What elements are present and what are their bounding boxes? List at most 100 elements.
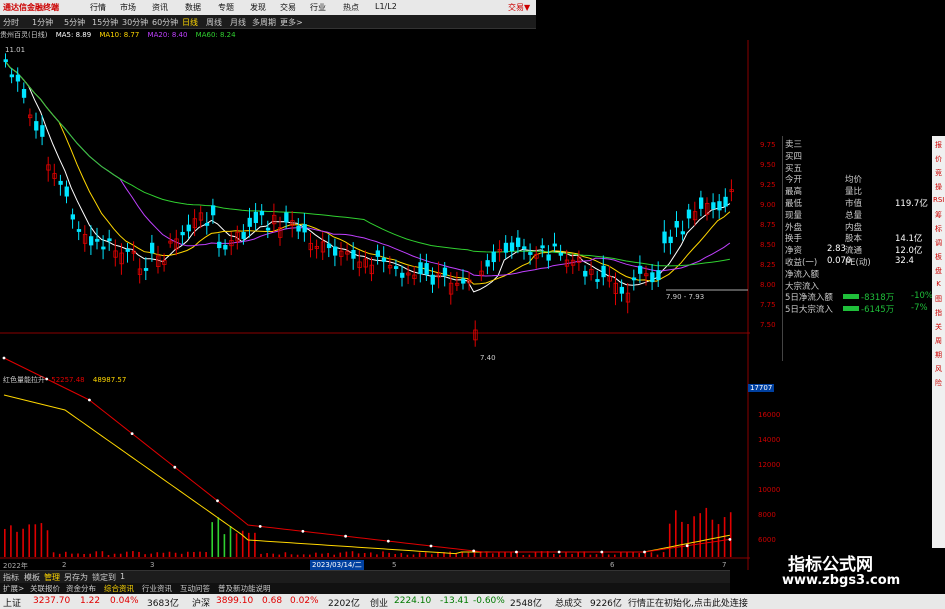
volume-bar — [235, 533, 238, 557]
volume-bar — [467, 552, 470, 557]
tab-fund-distribution[interactable]: 资金分布 — [66, 583, 96, 594]
candle-body — [381, 257, 387, 262]
period-tab-30min[interactable]: 30分钟 — [122, 17, 148, 28]
quote-label: 现量 — [785, 210, 803, 221]
volume-bar — [528, 554, 531, 557]
side-tool-button[interactable]: 操 — [933, 182, 944, 193]
status-message[interactable]: 行情正在初始化,点击此处连接 — [628, 596, 748, 609]
candle-body — [180, 231, 185, 236]
candle-body — [241, 232, 246, 239]
tab-indicator[interactable]: 指标 — [3, 572, 19, 583]
tab-general-news[interactable]: 综合资讯 — [104, 583, 134, 594]
side-tool-button[interactable]: 标 — [933, 224, 944, 235]
menu-item-trade[interactable]: 交易 — [280, 2, 296, 13]
ma10-line — [3, 59, 731, 285]
tab-industry-news[interactable]: 行业资讯 — [142, 583, 172, 594]
volume-bar — [394, 554, 396, 557]
side-tool-button[interactable]: 筹 — [933, 210, 944, 221]
volume-bar — [223, 534, 226, 557]
tab-related-quote[interactable]: 关联报价 — [30, 583, 60, 594]
tab-expand[interactable]: 扩展> — [3, 583, 24, 594]
sh-index-label: 上证 — [3, 599, 22, 609]
tab-qa[interactable]: 互动问答 — [180, 583, 210, 594]
sh-amount: 3683亿 — [147, 599, 179, 609]
tab-new-features[interactable]: 普及新功能说明 — [218, 583, 271, 594]
period-tab-timeshare[interactable]: 分时 — [3, 17, 19, 28]
tab-lock-number[interactable]: 1 — [120, 572, 125, 581]
tab-save-as[interactable]: 另存为 — [64, 572, 88, 583]
side-tool-button[interactable]: 险 — [933, 378, 944, 389]
side-tool-button[interactable]: 报 — [933, 140, 944, 151]
side-tool-button[interactable]: 板 — [933, 252, 944, 263]
side-tool-button[interactable]: 指 — [933, 308, 944, 319]
quote-label: 今开 — [785, 175, 803, 186]
trade-button[interactable]: 交易▼ — [508, 2, 530, 13]
menu-item-market[interactable]: 市场 — [120, 2, 136, 13]
quote-value2: 32.4 — [895, 256, 914, 266]
kline-chart[interactable] — [0, 40, 750, 570]
period-tab-5min[interactable]: 5分钟 — [64, 17, 85, 28]
indicator-dot — [728, 538, 732, 541]
candle-body — [558, 252, 563, 256]
tab-lock-to[interactable]: 锁定到 — [92, 572, 116, 583]
period-tab-60min[interactable]: 60分钟 — [152, 17, 178, 28]
candle-body — [711, 202, 716, 210]
period-tab-multi[interactable]: 多周期 — [252, 17, 276, 28]
menu-item-hot[interactable]: 热点 — [343, 2, 359, 13]
candle-body — [723, 196, 728, 207]
menu-item-news[interactable]: 资讯 — [152, 2, 168, 13]
side-tool-button[interactable]: K — [933, 280, 944, 291]
period-tab-15min[interactable]: 15分钟 — [92, 17, 118, 28]
volume-bar — [126, 551, 128, 557]
side-tool-button[interactable]: 周 — [933, 336, 944, 347]
candle-body — [461, 278, 466, 284]
volume-bar — [119, 553, 122, 557]
period-tab-1min[interactable]: 1分钟 — [32, 17, 53, 28]
price-axis-label: 9.50 — [760, 161, 776, 169]
candle-body — [9, 74, 15, 78]
indicator-dot — [173, 465, 177, 469]
tab-manage[interactable]: 管理 — [44, 572, 60, 583]
volume-bar — [675, 510, 677, 557]
ma60-label: MA60: 8.24 — [195, 31, 236, 39]
indicator-dot — [301, 529, 305, 533]
quote-panel: 卖三 买四 买五 今开 均价 最高 量比 最低 市值 119.7亿 现量 总量 外盘 内盘 换手 股本 14.1… — [782, 136, 933, 361]
quote-label: 外盘 — [785, 222, 803, 233]
side-tool-button[interactable]: 关 — [933, 322, 944, 333]
quote-value2: 119.7亿 — [895, 199, 928, 209]
candle-body — [143, 268, 149, 271]
volume-bar — [370, 552, 372, 557]
volume-bar — [321, 553, 323, 557]
side-tool-button[interactable]: 期 — [933, 350, 944, 361]
menu-item-topic[interactable]: 专题 — [218, 2, 234, 13]
volume-bar — [40, 523, 43, 557]
side-tool-button[interactable]: 调 — [933, 238, 944, 249]
period-tab-more[interactable]: 更多> — [280, 17, 303, 28]
menu-item-level[interactable]: L1/L2 — [375, 2, 397, 11]
quote-label2: PE(动) — [845, 258, 871, 268]
side-tool-button[interactable]: 盘 — [933, 266, 944, 277]
period-tab-monthly[interactable]: 月线 — [230, 17, 246, 28]
side-tool-button[interactable]: 价 — [933, 154, 944, 165]
quote-label2: 均价 — [845, 175, 863, 186]
menu-item-discover[interactable]: 发现 — [250, 2, 266, 13]
tab-template[interactable]: 模板 — [24, 572, 40, 583]
side-tool-button[interactable]: RSI — [933, 196, 944, 207]
menu-item-data[interactable]: 数据 — [185, 2, 201, 13]
quote-label: 换手 — [785, 234, 803, 245]
menu-item-industry[interactable]: 行业 — [310, 2, 326, 13]
price-axis-label: 7.75 — [760, 301, 776, 309]
volume-bar — [284, 552, 287, 557]
side-tool-button[interactable]: 竞 — [933, 168, 944, 179]
side-toolbar: 报价竞操 RSI 筹标调板盘 K 图指关周期风险 — [932, 136, 945, 556]
menu-bar: 通达信金融终端 行情 市场 资讯 数据 专题 发现 交易 行业 热点 L1/L2… — [0, 0, 536, 15]
candle-body — [662, 231, 667, 244]
menu-item-quote[interactable]: 行情 — [90, 2, 106, 13]
time-axis-mark: 3 — [150, 561, 155, 569]
period-tab-weekly[interactable]: 周线 — [206, 17, 222, 28]
volume-bar — [296, 554, 299, 557]
side-tool-button[interactable]: 风 — [933, 364, 944, 375]
period-tab-daily[interactable]: 日线 — [182, 17, 198, 28]
side-tool-button[interactable]: 图 — [933, 294, 944, 305]
candle-body — [595, 279, 600, 282]
